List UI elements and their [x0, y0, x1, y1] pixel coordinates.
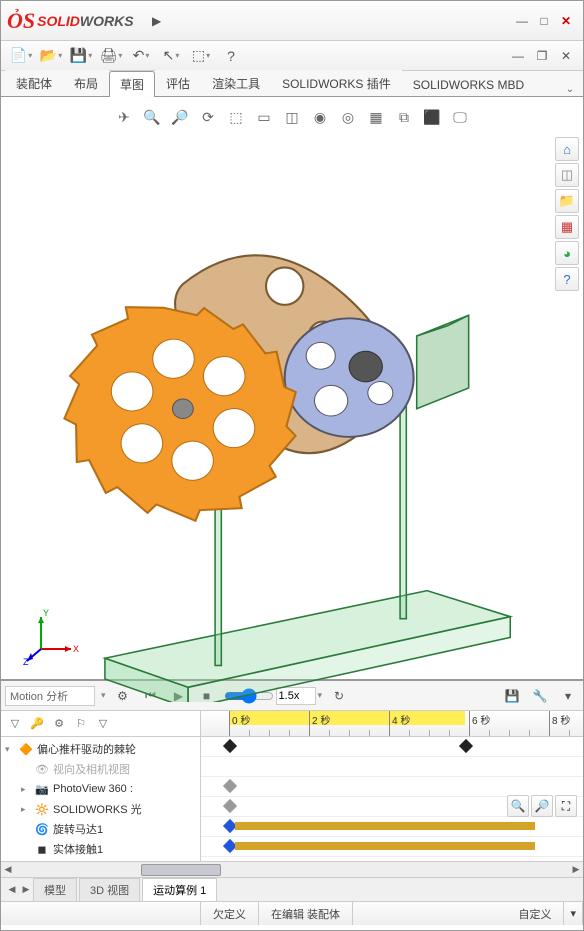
select-button[interactable]: ↖ — [157, 44, 185, 68]
model-view — [1, 97, 583, 702]
tree-item-assembly-root[interactable]: ▾ 🔶 偏心推杆驱动的棘轮 — [1, 739, 200, 759]
appearances-icon[interactable]: ◕ — [555, 241, 579, 265]
tree-item-view-camera[interactable]: 👁 视向及相机视图 — [1, 759, 200, 779]
tree-item-photoview[interactable]: ▸ 📷 PhotoView 360 : — [1, 779, 200, 799]
tab-scroll-left-icon[interactable]: ◀ — [5, 883, 19, 897]
status-menu-icon[interactable]: ▾ — [564, 902, 583, 925]
main-toolbar: 📄 📂 💾 🖨 ↶ ↖ ⬚ ? — ❐ ✕ — [1, 41, 583, 71]
tree-label: 旋转马达1 — [53, 821, 103, 837]
custom-props-icon[interactable]: ? — [555, 267, 579, 291]
svg-text:Y: Y — [43, 608, 49, 618]
play-macro-button[interactable]: ▶ — [146, 10, 168, 32]
rebuild-button[interactable]: ⬚ — [187, 44, 215, 68]
logo-works: WORKS — [80, 13, 134, 29]
tab-plugins[interactable]: SOLIDWORKS 插件 — [271, 70, 402, 96]
timeline[interactable]: 0 秒 2 秒 4 秒 6 秒 8 秒 🔍 🔎 ⛶ — [201, 711, 583, 861]
tree-item-solid-contact[interactable]: ◼ 实体接触1 — [1, 839, 200, 859]
status-message — [1, 902, 201, 925]
tree-label: 视向及相机视图 — [53, 761, 130, 777]
file-explorer-icon[interactable]: 📁 — [555, 189, 579, 213]
ds-logo-icon: ỎS — [7, 8, 35, 34]
rotary-motor-icon: 🌀 — [35, 822, 49, 836]
active-range-highlight — [229, 711, 465, 725]
print-button[interactable]: 🖨 — [97, 44, 125, 68]
graphics-area[interactable]: ✈ 🔍 🔎 ⟳ ⬚ ▭ ◫ ◉ ◎ ▦ ⧉ ⬛ 🖵 — [1, 97, 583, 679]
tab-motion-study-1[interactable]: 运动算例 1 — [142, 878, 217, 901]
zoom-in-timeline-icon[interactable]: 🔍 — [507, 795, 529, 817]
tree-label: 实体接触1 — [53, 841, 103, 857]
ribbon-tabs: 装配体 布局 草图 评估 渲染工具 SOLIDWORKS 插件 SOLIDWOR… — [1, 71, 583, 97]
tab-scroll-right-icon[interactable]: ▶ — [19, 883, 33, 897]
tab-layout[interactable]: 布局 — [63, 70, 109, 96]
scroll-right-icon[interactable]: ▶ — [569, 863, 583, 877]
window-minimize-button[interactable]: — — [511, 12, 533, 30]
tab-model[interactable]: 模型 — [33, 878, 77, 901]
undo-button[interactable]: ↶ — [127, 44, 155, 68]
save-button[interactable]: 💾 — [67, 44, 95, 68]
tab-evaluate[interactable]: 评估 — [155, 70, 201, 96]
options-button[interactable]: ? — [217, 44, 245, 68]
zoom-fit-timeline-icon[interactable]: ⛶ — [555, 795, 577, 817]
status-defined: 欠定义 — [201, 902, 259, 925]
tab-render[interactable]: 渲染工具 — [201, 70, 271, 96]
tree-label: 偏心推杆驱动的棘轮 — [37, 741, 136, 757]
tree-item-rotary-motor[interactable]: 🌀 旋转马达1 — [1, 819, 200, 839]
home-icon[interactable]: ⌂ — [555, 137, 579, 161]
tree-label: PhotoView 360 : — [53, 783, 133, 795]
timeline-ruler[interactable]: 0 秒 2 秒 4 秒 6 秒 8 秒 — [201, 711, 583, 737]
motion-tabs: ◀ ▶ 模型 3D 视图 运动算例 1 — [1, 877, 583, 901]
assembly-root-icon: 🔶 — [19, 742, 33, 756]
zoom-out-timeline-icon[interactable]: 🔎 — [531, 795, 553, 817]
motion-study-panel: ▾ ⚙ ⏮ ▶ ■ ▾ ↻ 💾 🔧 ▾ ▽ 🔑 ⚙ ⚐ ▽ ▾🔶偏心推杆驱动的棘… — [1, 679, 583, 901]
new-button[interactable]: 📄 — [7, 44, 35, 68]
tab-mbd[interactable]: SOLIDWORKS MBD — [402, 73, 535, 96]
view-camera-icon: 👁 — [35, 762, 49, 776]
svg-text:X: X — [73, 644, 79, 654]
tree-label: SOLIDWORKS 光 — [53, 801, 142, 817]
flag-icon[interactable]: ⚐ — [71, 714, 91, 734]
logo-solid: SOLID — [37, 13, 80, 29]
title-bar: ỎS SOLIDWORKS ▶ — □ ✕ — [1, 1, 583, 41]
mdi-restore-button[interactable]: ❐ — [531, 47, 553, 65]
tab-assembly[interactable]: 装配体 — [5, 70, 63, 96]
timeline-scrollbar[interactable]: ◀ ▶ — [1, 861, 583, 877]
timeline-tick: 8 秒 — [549, 711, 570, 736]
svg-text:Z: Z — [23, 657, 29, 667]
expand-icon[interactable]: ▸ — [21, 804, 31, 815]
timeline-tick: 6 秒 — [469, 711, 490, 736]
tab-sketch[interactable]: 草图 — [109, 71, 155, 97]
scroll-left-icon[interactable]: ◀ — [1, 863, 15, 877]
window-maximize-button[interactable]: □ — [533, 12, 555, 30]
filter-tree-icon[interactable]: ▽ — [5, 714, 25, 734]
status-custom[interactable]: 自定义 — [506, 902, 564, 925]
open-button[interactable]: 📂 — [37, 44, 65, 68]
tab-3d-view[interactable]: 3D 视图 — [79, 878, 140, 901]
solid-contact-icon: ◼ — [35, 842, 49, 856]
status-bar: 欠定义 在编辑 装配体 自定义 ▾ — [1, 901, 583, 925]
mdi-close-button[interactable]: ✕ — [555, 47, 577, 65]
sw-lights-icon: 🔆 — [35, 802, 49, 816]
expand-icon[interactable]: ▾ — [5, 744, 15, 755]
motion-tree: ▽ 🔑 ⚙ ⚐ ▽ ▾ 🔶 偏心推杆驱动的棘轮 👁 视向及相机视图 ▸ 📷 PhotoView… — [1, 711, 201, 861]
tree-item-sw-lights[interactable]: ▸ 🔆 SOLIDWORKS 光 — [1, 799, 200, 819]
status-editing: 在编辑 装配体 — [259, 902, 353, 925]
key-icon[interactable]: 🔑 — [27, 714, 47, 734]
expand-icon[interactable]: ▸ — [21, 784, 31, 795]
view-pane-icon[interactable]: ◫ — [555, 163, 579, 187]
scroll-thumb[interactable] — [141, 864, 221, 876]
timeline-tick: 2 秒 — [309, 711, 330, 736]
results-icon[interactable]: ⚙ — [49, 714, 69, 734]
timeline-tick: 4 秒 — [389, 711, 410, 736]
view-palette-icon[interactable]: ▦ — [555, 215, 579, 239]
window-close-button[interactable]: ✕ — [555, 12, 577, 30]
photoview-icon: 📷 — [35, 782, 49, 796]
mdi-minimize-button[interactable]: — — [507, 47, 529, 65]
orientation-triad[interactable]: X Y Z — [23, 607, 83, 667]
timeline-tick: 0 秒 — [229, 711, 250, 736]
ribbon-collapse-button[interactable]: ⌄ — [561, 82, 579, 96]
expand-tree-icon[interactable]: ▽ — [93, 714, 113, 734]
quick-access-toolbar: ▶ — [146, 10, 168, 32]
task-pane-rail: ⌂ ◫ 📁 ▦ ◕ ? — [555, 137, 579, 291]
app-logo: ỎS SOLIDWORKS — [7, 8, 134, 34]
